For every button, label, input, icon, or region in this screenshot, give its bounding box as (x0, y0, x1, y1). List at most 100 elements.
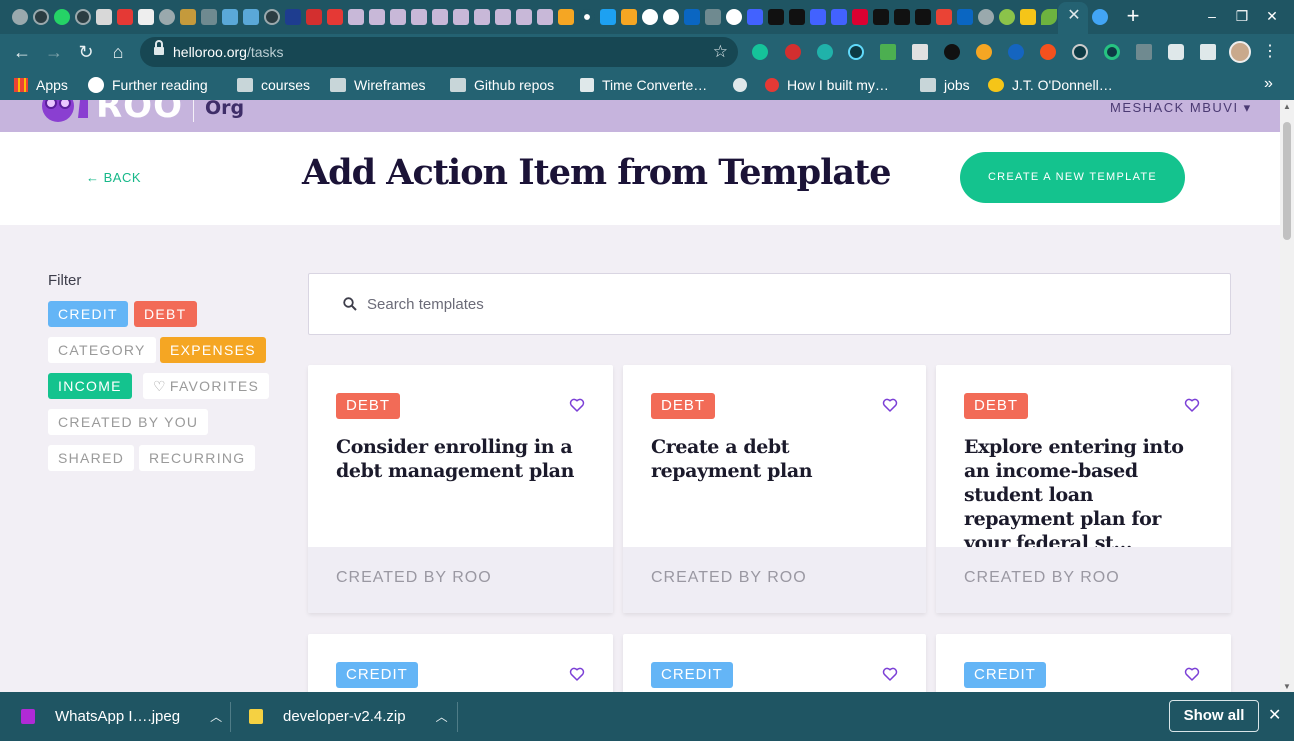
chevron-up-icon[interactable]: ︿ (436, 708, 448, 725)
favorite-heart-icon[interactable] (882, 666, 898, 682)
bookmarks-overflow-icon[interactable]: » (1264, 75, 1273, 93)
tab-favicon[interactable] (264, 9, 280, 25)
tab-favicon[interactable] (684, 9, 700, 25)
download-item[interactable]: WhatsApp I….jpeg ︿ (21, 692, 222, 741)
extension-icon[interactable] (785, 44, 801, 60)
bookmark-jt-odonnell[interactable]: J.T. O'Donnell… (988, 76, 1113, 94)
filter-chip-debt[interactable]: DEBT (134, 301, 197, 327)
tab-favicon[interactable] (936, 9, 952, 25)
tab-favicon[interactable] (978, 9, 994, 25)
show-all-downloads-button[interactable]: Show all (1169, 700, 1259, 732)
tab-favicon[interactable] (180, 9, 196, 25)
filter-chip-favorites[interactable]: ♡ FAVORITES (143, 373, 270, 399)
favorite-heart-icon[interactable] (882, 397, 898, 413)
tab-favicon[interactable] (369, 9, 385, 25)
tab-favicon[interactable] (1041, 9, 1057, 25)
tab-favicon[interactable] (411, 9, 427, 25)
tab-favicon[interactable] (117, 9, 133, 25)
extension-icon[interactable] (1040, 44, 1056, 60)
user-menu[interactable]: MESHACK MBUVI ▾ (1110, 100, 1252, 116)
tab-favicon[interactable] (747, 9, 763, 25)
bookmark-github-repos[interactable]: Github repos (450, 76, 554, 94)
maximize-icon[interactable]: ❐ (1232, 6, 1252, 26)
tab-favicon[interactable] (306, 9, 322, 25)
tab-favicon[interactable] (999, 9, 1015, 25)
tab-favicon[interactable] (1020, 9, 1036, 25)
create-template-button[interactable]: CREATE A NEW TEMPLATE (960, 152, 1185, 203)
favorite-heart-icon[interactable] (569, 397, 585, 413)
tab-favicon[interactable] (852, 9, 868, 25)
close-window-icon[interactable]: ✕ (1262, 6, 1282, 26)
tab-favicon[interactable] (201, 9, 217, 25)
download-item[interactable]: developer-v2.4.zip ︿ (249, 692, 448, 741)
tab-favicon[interactable] (495, 9, 511, 25)
forward-arrow-icon[interactable]: → (43, 41, 65, 63)
extension-icon[interactable] (912, 44, 928, 60)
tab-favicon[interactable] (327, 9, 343, 25)
extensions-puzzle-icon[interactable] (1168, 44, 1184, 60)
template-card[interactable]: CREDIT (936, 634, 1231, 692)
new-tab-button[interactable]: + (1122, 4, 1144, 28)
bookmark-jobs[interactable]: jobs (920, 76, 970, 94)
url-text[interactable]: helloroo.org/tasks (173, 44, 284, 60)
back-link[interactable]: ← BACK (86, 170, 141, 185)
tab-favicon[interactable] (915, 9, 931, 25)
bookmark-apps[interactable]: Apps (14, 76, 68, 94)
bookmark-courses[interactable]: courses (237, 76, 310, 94)
tab-favicon[interactable] (390, 9, 406, 25)
tab-favicon[interactable] (138, 9, 154, 25)
tab-favicon[interactable] (768, 9, 784, 25)
reload-icon[interactable]: ↻ (75, 41, 97, 63)
back-arrow-icon[interactable]: ← (11, 41, 33, 63)
browser-menu-icon[interactable]: ⋮ (1262, 41, 1278, 63)
scroll-down-arrow-icon[interactable]: ▼ (1282, 682, 1292, 691)
tab-favicon[interactable] (537, 9, 553, 25)
extension-icon[interactable] (817, 44, 833, 60)
logo-suffix[interactable]: Org (205, 100, 244, 119)
tab-favicon[interactable] (243, 9, 259, 25)
template-card[interactable]: DEBT Create a debt repayment plan CREATE… (623, 365, 926, 613)
tab-favicon[interactable] (453, 9, 469, 25)
scrollbar-thumb[interactable] (1283, 122, 1291, 240)
tab-favicon[interactable] (432, 9, 448, 25)
filter-chip-credit[interactable]: CREDIT (48, 301, 128, 327)
favorite-heart-icon[interactable] (1184, 397, 1200, 413)
tab-favicon[interactable] (642, 9, 658, 25)
bookmark-how-i-built[interactable]: How I built my… (765, 76, 889, 94)
tab-favicon[interactable] (600, 9, 616, 25)
filter-chip-category[interactable]: CATEGORY (48, 337, 156, 363)
close-downloads-icon[interactable]: ✕ (1268, 705, 1281, 725)
favorite-heart-icon[interactable] (1184, 666, 1200, 682)
tab-favicon[interactable] (894, 9, 910, 25)
minimize-icon[interactable]: – (1202, 6, 1222, 26)
tab-favicon[interactable] (726, 9, 742, 25)
tab-favicon[interactable] (12, 9, 28, 25)
extension-icon[interactable] (1072, 44, 1088, 60)
page-scrollbar[interactable]: ▲ ▼ (1280, 100, 1294, 692)
template-card[interactable]: DEBT Explore entering into an income-bas… (936, 365, 1231, 613)
tab-favicon[interactable] (873, 9, 889, 25)
tab-favicon[interactable] (348, 9, 364, 25)
tab-favicon[interactable] (810, 9, 826, 25)
tab-favicon[interactable] (621, 9, 637, 25)
tab-favicon[interactable] (705, 9, 721, 25)
tab-favicon[interactable] (33, 9, 49, 25)
tab-favicon[interactable] (285, 9, 301, 25)
tab-favicon[interactable] (558, 9, 574, 25)
download-extension-icon[interactable] (880, 44, 896, 60)
tab-favicon[interactable] (54, 9, 70, 25)
bookmark-further-reading[interactable]: Further reading (88, 76, 208, 94)
search-input[interactable] (367, 290, 1207, 318)
extension-icon[interactable] (1104, 44, 1120, 60)
template-card[interactable]: CREDIT (308, 634, 613, 692)
chevron-up-icon[interactable]: ︿ (210, 708, 222, 725)
filter-chip-recurring[interactable]: RECURRING (139, 445, 256, 471)
grammarly-icon[interactable] (752, 44, 768, 60)
extension-icon[interactable] (1136, 44, 1152, 60)
scroll-up-arrow-icon[interactable]: ▲ (1282, 102, 1292, 111)
tab-favicon[interactable] (159, 9, 175, 25)
media-control-icon[interactable] (1200, 44, 1216, 60)
extension-icon[interactable] (944, 44, 960, 60)
bookmark-star-icon[interactable]: ☆ (713, 42, 728, 62)
tab-favicon[interactable] (516, 9, 532, 25)
